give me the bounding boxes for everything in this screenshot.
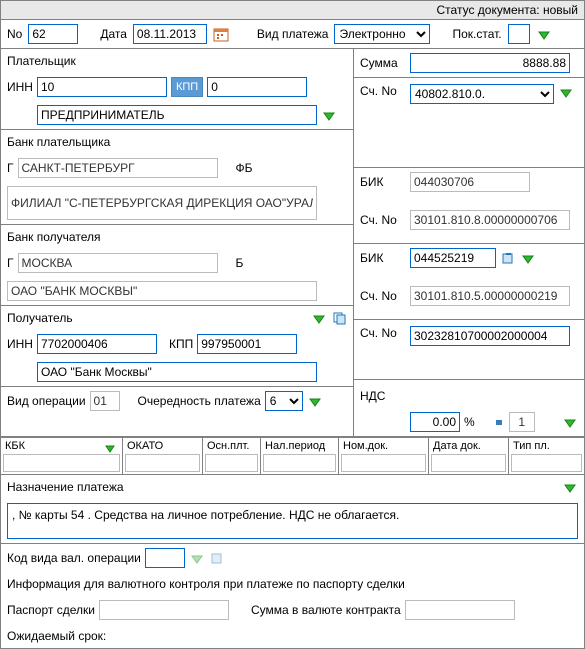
osn-input[interactable] (205, 454, 258, 472)
tippl-label: Тип пл. (513, 440, 550, 452)
payment-type-select[interactable]: Электронно (334, 24, 430, 44)
datadok-label: Дата док. (433, 440, 481, 452)
budget-grid: КБК ОКАТО Осн.плт. Нал.период Ном.док. Д… (1, 437, 584, 475)
payer-inn-input[interactable] (37, 77, 167, 97)
purpose-lookup-icon[interactable] (562, 479, 578, 495)
currency-info-label: Информация для валютного контроля при пл… (7, 577, 405, 591)
op-type-input (90, 391, 120, 411)
nomdok-label: Ном.док. (343, 440, 388, 452)
percent-label: % (464, 415, 475, 429)
date-label: Дата (100, 27, 127, 41)
payee-inn-label: ИНН (7, 337, 33, 351)
payee-kpp-input[interactable] (197, 334, 297, 354)
okato-label: ОКАТО (127, 440, 163, 452)
payee-bank-acc-label: Сч. No (360, 289, 406, 303)
payment-type-label: Вид платежа (257, 27, 329, 41)
payer-bik-input (410, 172, 530, 192)
payee-bank-name-input (7, 281, 317, 301)
sum-label: Сумма (360, 56, 406, 70)
sum-input[interactable] (410, 53, 570, 73)
expected-date-label: Ожидаемый срок: (7, 629, 106, 643)
payee-bank-city-label: Г (7, 256, 14, 270)
payee-bik-paste-icon[interactable] (500, 250, 516, 266)
nds-label: НДС (360, 389, 406, 403)
right-column: Сумма Сч. No 40802.810.0. БИК Сч. No (354, 49, 584, 436)
nomdok-input[interactable] (341, 454, 426, 472)
payer-bank-city-label: Г (7, 161, 14, 175)
payee-bank-b-label: Б (236, 256, 244, 270)
left-column: Плательщик ИНН КПП Банк плательщика (1, 49, 354, 436)
pok-stat-label: Пок.стат. (452, 27, 501, 41)
datadok-input[interactable] (431, 454, 506, 472)
op-type-label: Вид операции (7, 394, 86, 408)
payer-bank-city-input (18, 158, 218, 178)
payer-bank-acc-label: Сч. No (360, 213, 406, 227)
header-row: No Дата Вид платежа Электронно Пок.стат. (1, 20, 584, 49)
payment-order-form: Статус документа: новый No Дата Вид плат… (0, 0, 585, 649)
payee-bik-input[interactable] (410, 248, 496, 268)
pok-stat-input[interactable] (508, 24, 530, 44)
payer-account-select[interactable]: 40802.810.0. (410, 84, 554, 104)
number-label: No (7, 27, 22, 41)
payer-name-input[interactable] (37, 105, 317, 125)
op-priority-label: Очередность платежа (138, 394, 261, 408)
currency-code-input[interactable] (145, 548, 185, 568)
currency-code-paste-icon[interactable] (209, 550, 225, 566)
payer-bank-acc-input (410, 210, 570, 230)
op-priority-lookup-icon[interactable] (307, 393, 323, 409)
period-label: Нал.период (265, 440, 325, 452)
tippl-input[interactable] (511, 454, 582, 472)
payer-name-lookup-icon[interactable] (321, 107, 337, 123)
period-input[interactable] (263, 454, 336, 472)
main-columns: Плательщик ИНН КПП Банк плательщика (1, 49, 584, 437)
nds-rate-input[interactable] (410, 412, 460, 432)
payer-account-lookup-icon[interactable] (558, 84, 574, 100)
currency-code-lookup-icon[interactable] (189, 550, 205, 566)
nds-lookup-icon[interactable] (562, 414, 578, 430)
payee-title: Получатель (7, 311, 73, 325)
payer-bik-label: БИК (360, 175, 406, 189)
payee-bank-acc-input (410, 286, 570, 306)
pok-stat-lookup-icon[interactable] (536, 26, 552, 42)
osn-label: Осн.плт. (207, 440, 249, 452)
passport-input[interactable] (99, 600, 229, 620)
contract-sum-input[interactable] (405, 600, 515, 620)
op-priority-select[interactable]: 6 (265, 391, 303, 411)
payer-inn-label: ИНН (7, 80, 33, 94)
contract-sum-label: Сумма в валюте контракта (251, 603, 401, 617)
date-input[interactable] (133, 24, 207, 44)
payee-bank-title: Банк получателя (7, 230, 100, 244)
purpose-title: Назначение платежа (7, 480, 124, 494)
payer-bank-name-input (7, 186, 317, 220)
payer-bank-fb-label: ФБ (236, 161, 253, 175)
payee-inn-input[interactable] (37, 334, 157, 354)
status-label: Статус документа: (437, 3, 540, 17)
payee-account-label: Сч. No (360, 326, 406, 340)
kbk-input[interactable] (3, 454, 120, 472)
payer-account-label: Сч. No (360, 84, 406, 98)
purpose-text-input[interactable]: , № карты 54 . Средства на личное потреб… (7, 503, 578, 539)
status-bar: Статус документа: новый (1, 1, 584, 20)
okato-input[interactable] (125, 454, 200, 472)
status-value: новый (543, 3, 578, 17)
payer-kpp-input[interactable] (207, 77, 307, 97)
calendar-icon[interactable] (213, 26, 229, 42)
payee-lookup-icon[interactable] (311, 310, 327, 326)
payer-title: Плательщик (7, 54, 76, 68)
kbk-label: КБК (5, 440, 25, 452)
payer-kpp-button[interactable]: КПП (171, 77, 203, 97)
payee-bank-city-input (18, 253, 218, 273)
payee-copy-icon[interactable] (331, 310, 347, 326)
payee-name-input[interactable] (37, 362, 317, 382)
payer-bank-title: Банк плательщика (7, 135, 110, 149)
payee-bik-label: БИК (360, 251, 406, 265)
currency-code-label: Код вида вал. операции (7, 551, 141, 565)
nds-calc-icon[interactable] (489, 414, 505, 430)
payee-kpp-label: КПП (169, 337, 193, 351)
payee-account-input[interactable] (410, 326, 570, 346)
number-input[interactable] (28, 24, 78, 44)
passport-label: Паспорт сделки (7, 603, 95, 617)
nds-kind-input (509, 412, 535, 432)
payee-bik-lookup-icon[interactable] (520, 250, 536, 266)
